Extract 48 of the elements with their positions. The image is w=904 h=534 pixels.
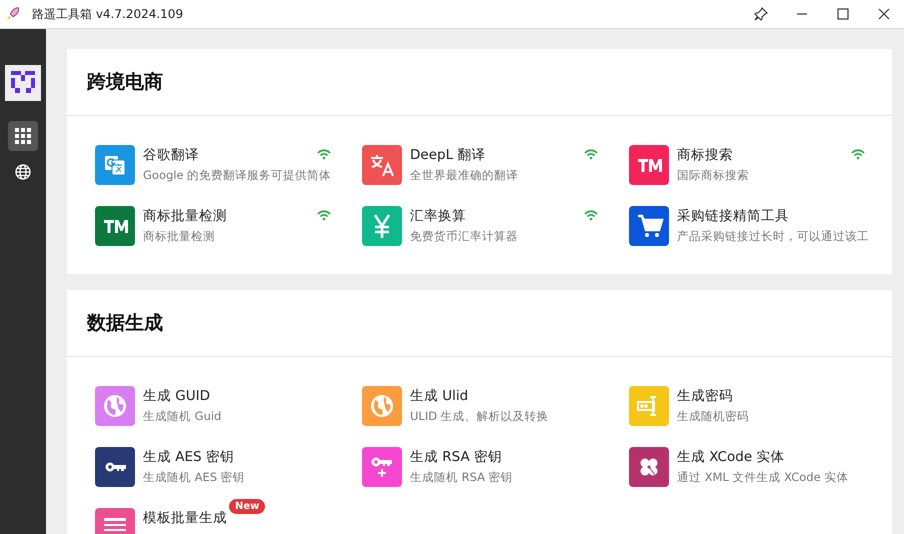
logo-icon — [5, 65, 41, 101]
tool-name[interactable]: 生成 AES 密钥 — [143, 447, 234, 467]
tool-name[interactable]: 生成 RSA 密钥 — [410, 447, 502, 467]
tool-description: 生成随机 AES 密钥 — [143, 469, 245, 486]
tm-tool-icon[interactable] — [95, 206, 135, 246]
tool-name[interactable]: 生成密码 — [677, 386, 733, 406]
cart-tool-icon[interactable] — [629, 206, 669, 246]
tool-name[interactable]: 商标搜索 — [677, 145, 733, 165]
globe-tool-icon[interactable] — [95, 386, 135, 426]
section-title: 数据生成 — [87, 311, 163, 336]
translate-tool-icon[interactable] — [362, 145, 402, 185]
key-tool-icon[interactable] — [95, 447, 135, 487]
tool-description: 免费货币汇率计算器 — [410, 228, 518, 245]
tm-tool-icon[interactable] — [629, 145, 669, 185]
tool-description: 通过 XML 文件生成 XCode 实体 — [677, 469, 848, 486]
apps-grid-button[interactable] — [8, 121, 38, 151]
pin-icon — [754, 7, 768, 21]
clover-tool-icon[interactable] — [629, 447, 669, 487]
tool-description: 国际商标搜索 — [677, 167, 749, 184]
tool-name[interactable]: 生成 GUID — [143, 386, 210, 406]
tool-name[interactable]: 生成 Ulid — [410, 386, 468, 406]
tool-name[interactable]: 采购链接精简工具 — [677, 206, 789, 226]
google-translate-tool-icon[interactable] — [95, 145, 135, 185]
yen-tool-icon[interactable] — [362, 206, 402, 246]
globe-tool-icon[interactable] — [362, 386, 402, 426]
tool-name[interactable]: 谷歌翻译 — [143, 145, 199, 165]
grid-icon — [15, 128, 31, 144]
tool-description: 生成随机密码 — [677, 408, 749, 425]
tool-description: 全世界最准确的翻译 — [410, 167, 518, 184]
window-title: 路遥工具箱 v4.7.2024.109 — [32, 6, 184, 22]
tool-description: 生成随机 RSA 密钥 — [410, 469, 513, 486]
tool-description: 生成随机 Guid — [143, 408, 222, 425]
tool-name[interactable]: DeepL 翻译 — [410, 145, 486, 165]
tool-name[interactable]: 汇率换算 — [410, 206, 466, 226]
tool-description: 产品采购链接过长时，可以通过该工 — [677, 228, 869, 245]
tool-description: Google 的免费翻译服务可提供简体 — [143, 167, 332, 184]
maximize-icon — [836, 7, 850, 21]
key-plus-tool-icon[interactable] — [362, 447, 402, 487]
new-badge: New — [229, 499, 266, 514]
tool-description: 商标批量检测 — [143, 228, 216, 245]
tool-name[interactable]: 生成 XCode 实体 — [677, 447, 784, 467]
tool-description: ULID 生成、解析以及转换 — [410, 408, 549, 425]
close-icon — [876, 7, 890, 21]
tool-name[interactable]: 模板批量生成 — [143, 508, 227, 528]
section-title: 跨境电商 — [87, 70, 163, 95]
tool-name[interactable]: 商标批量检测 — [143, 206, 227, 226]
rocket-icon — [4, 5, 22, 23]
globe-icon — [15, 164, 31, 180]
